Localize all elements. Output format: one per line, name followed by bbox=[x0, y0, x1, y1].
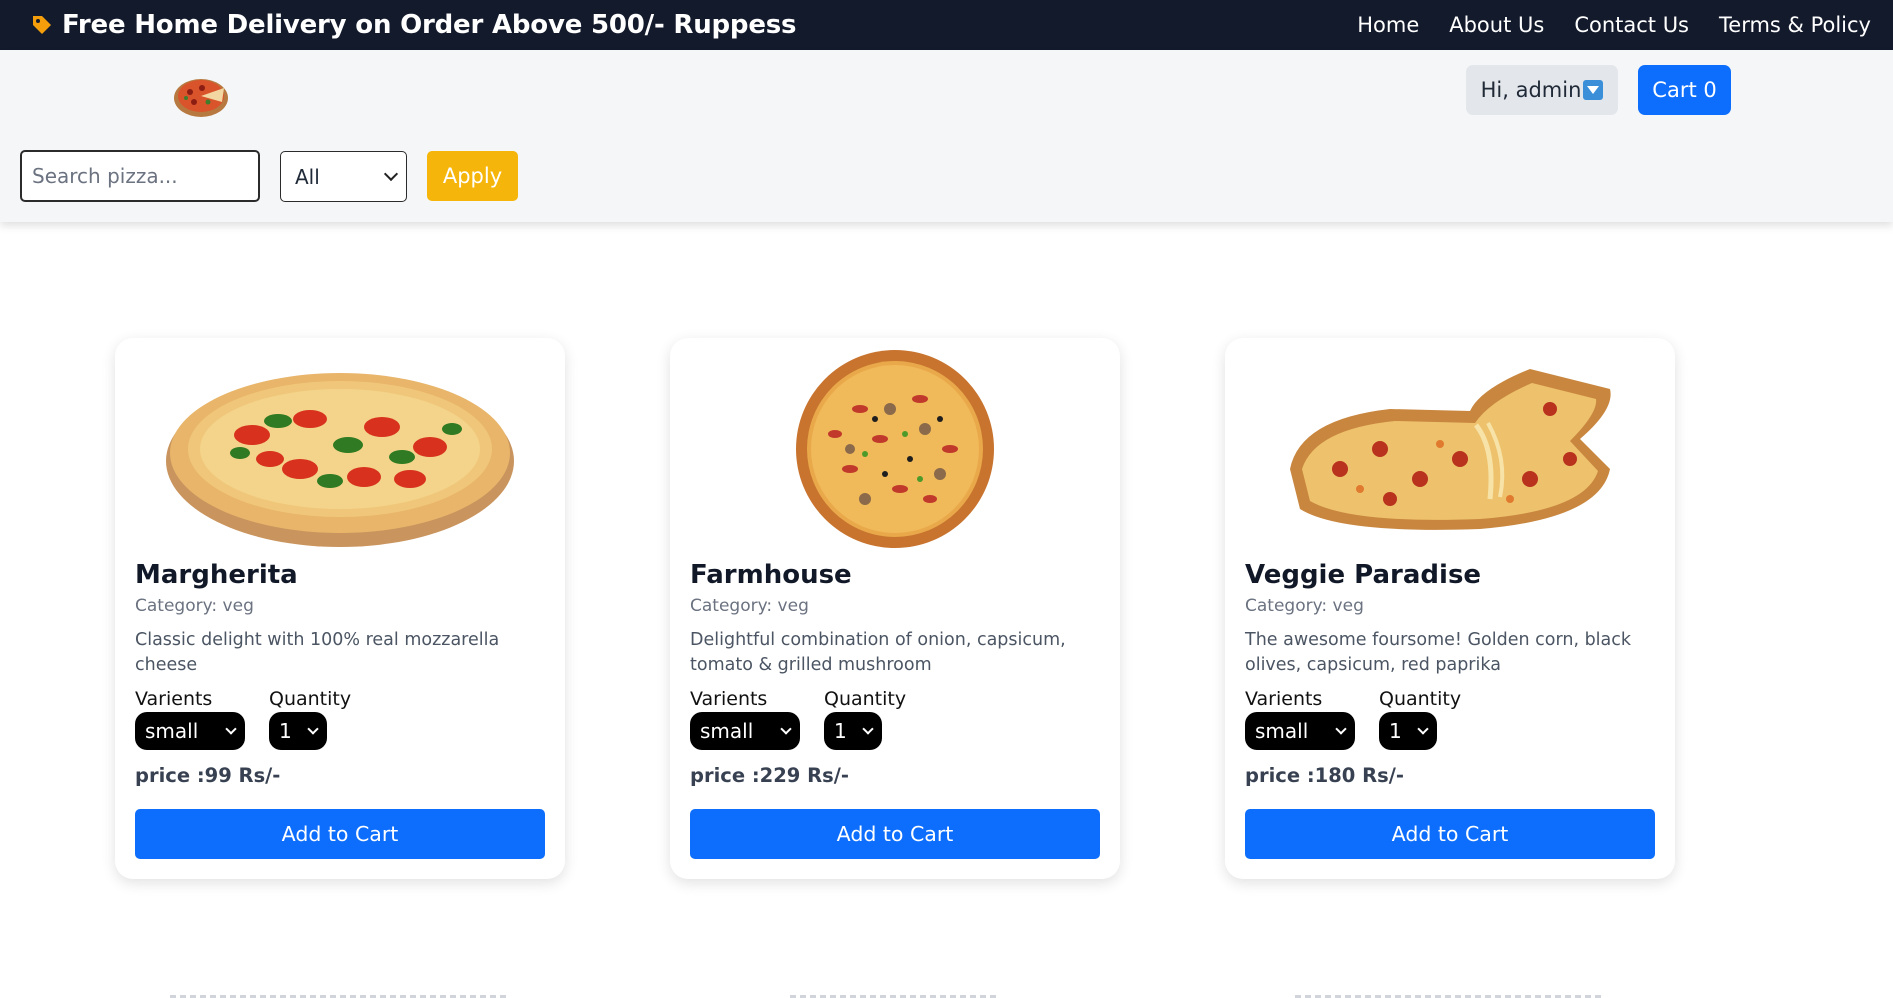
chevron-down-icon bbox=[225, 722, 237, 735]
product-description: Delightful combination of onion, capsicu… bbox=[690, 630, 1066, 675]
product-description: Classic delight with 100% real mozzarell… bbox=[135, 630, 500, 675]
product-card: Farmhouse Category: veg Delightful combi… bbox=[670, 338, 1120, 879]
product-category: Category: veg bbox=[1245, 596, 1364, 616]
variants-label: Varients bbox=[690, 688, 768, 710]
quantity-select[interactable]: 1 bbox=[269, 712, 327, 750]
variant-select[interactable]: small bbox=[1245, 712, 1355, 750]
header: Hi, admin Cart 0 All Apply bbox=[0, 50, 1893, 222]
nav-home-link[interactable]: Home bbox=[1357, 13, 1419, 37]
variants-label: Varients bbox=[135, 688, 213, 710]
user-label: Hi, admin bbox=[1480, 78, 1582, 102]
cart-button[interactable]: Cart 0 bbox=[1638, 65, 1731, 115]
search-input[interactable] bbox=[20, 150, 260, 202]
product-price: price :180 Rs/- bbox=[1245, 764, 1404, 787]
chevron-down-icon bbox=[1417, 722, 1429, 735]
category-select[interactable]: All bbox=[280, 151, 407, 202]
product-name: Veggie Paradise bbox=[1245, 560, 1482, 590]
variant-value: small bbox=[1255, 719, 1309, 743]
product-price: price :99 Rs/- bbox=[135, 764, 281, 787]
product-description: The awesome foursome! Golden corn, black… bbox=[1245, 630, 1632, 675]
category-selected: All bbox=[295, 164, 320, 189]
dropdown-arrow-icon bbox=[1583, 80, 1604, 100]
product-name: Margherita bbox=[135, 560, 298, 590]
quantity-group: Quantity 1 bbox=[824, 688, 906, 750]
quantity-label: Quantity bbox=[1379, 688, 1462, 710]
veggie-paradise-pizza-image bbox=[1290, 369, 1611, 530]
quantity-select[interactable]: 1 bbox=[1379, 712, 1437, 750]
chevron-down-icon bbox=[307, 722, 319, 735]
variant-select[interactable]: small bbox=[135, 712, 245, 750]
chevron-down-icon bbox=[780, 722, 792, 735]
product-card: Margherita Category: veg Classic delight… bbox=[115, 338, 565, 879]
product-options: Varients small Quantity 1 bbox=[690, 688, 1100, 750]
product-options: Varients small Quantity 1 bbox=[135, 688, 545, 750]
variant-group: Varients small bbox=[135, 688, 269, 750]
product-category: Category: veg bbox=[690, 596, 809, 616]
quantity-label: Quantity bbox=[824, 688, 907, 710]
nav-contact-link[interactable]: Contact Us bbox=[1574, 13, 1689, 37]
promo: Free Home Delivery on Order Above 500/- … bbox=[30, 10, 797, 40]
chevron-down-icon bbox=[862, 722, 874, 735]
top-nav: Home About Us Contact Us Terms & Policy bbox=[1327, 13, 1871, 37]
margherita-pizza-image bbox=[166, 373, 514, 547]
farmhouse-pizza-image bbox=[796, 350, 994, 548]
variants-label: Varients bbox=[1245, 688, 1323, 710]
add-to-cart-button[interactable]: Add to Cart bbox=[1245, 809, 1655, 859]
product-card: Veggie Paradise Category: veg The awesom… bbox=[1225, 338, 1675, 879]
tag-icon bbox=[33, 16, 51, 34]
variant-group: Varients small bbox=[1245, 688, 1379, 750]
variant-select[interactable]: small bbox=[690, 712, 800, 750]
pizza-image bbox=[1245, 338, 1655, 560]
variant-value: small bbox=[700, 719, 754, 743]
quantity-select[interactable]: 1 bbox=[824, 712, 882, 750]
quantity-value: 1 bbox=[1389, 719, 1402, 743]
promo-text: Free Home Delivery on Order Above 500/- … bbox=[62, 10, 797, 40]
pizza-logo[interactable] bbox=[172, 68, 230, 120]
pizza-image bbox=[135, 338, 545, 560]
product-price: price :229 Rs/- bbox=[690, 764, 849, 787]
top-banner: Free Home Delivery on Order Above 500/- … bbox=[0, 0, 1893, 50]
add-to-cart-button[interactable]: Add to Cart bbox=[135, 809, 545, 859]
quantity-group: Quantity 1 bbox=[269, 688, 351, 750]
quantity-group: Quantity 1 bbox=[1379, 688, 1461, 750]
quantity-value: 1 bbox=[834, 719, 847, 743]
quantity-label: Quantity bbox=[269, 688, 352, 710]
variant-group: Varients small bbox=[690, 688, 824, 750]
pizza-image bbox=[690, 338, 1100, 560]
user-menu-button[interactable]: Hi, admin bbox=[1466, 65, 1618, 115]
chevron-down-icon bbox=[1335, 722, 1347, 735]
product-name: Farmhouse bbox=[690, 560, 852, 590]
apply-button[interactable]: Apply bbox=[427, 151, 518, 201]
add-to-cart-button[interactable]: Add to Cart bbox=[690, 809, 1100, 859]
product-category: Category: veg bbox=[135, 596, 254, 616]
chevron-down-icon bbox=[383, 166, 399, 181]
product-options: Varients small Quantity 1 bbox=[1245, 688, 1655, 750]
variant-value: small bbox=[145, 719, 199, 743]
nav-about-link[interactable]: About Us bbox=[1449, 13, 1544, 37]
nav-terms-link[interactable]: Terms & Policy bbox=[1719, 13, 1871, 37]
quantity-value: 1 bbox=[279, 719, 292, 743]
